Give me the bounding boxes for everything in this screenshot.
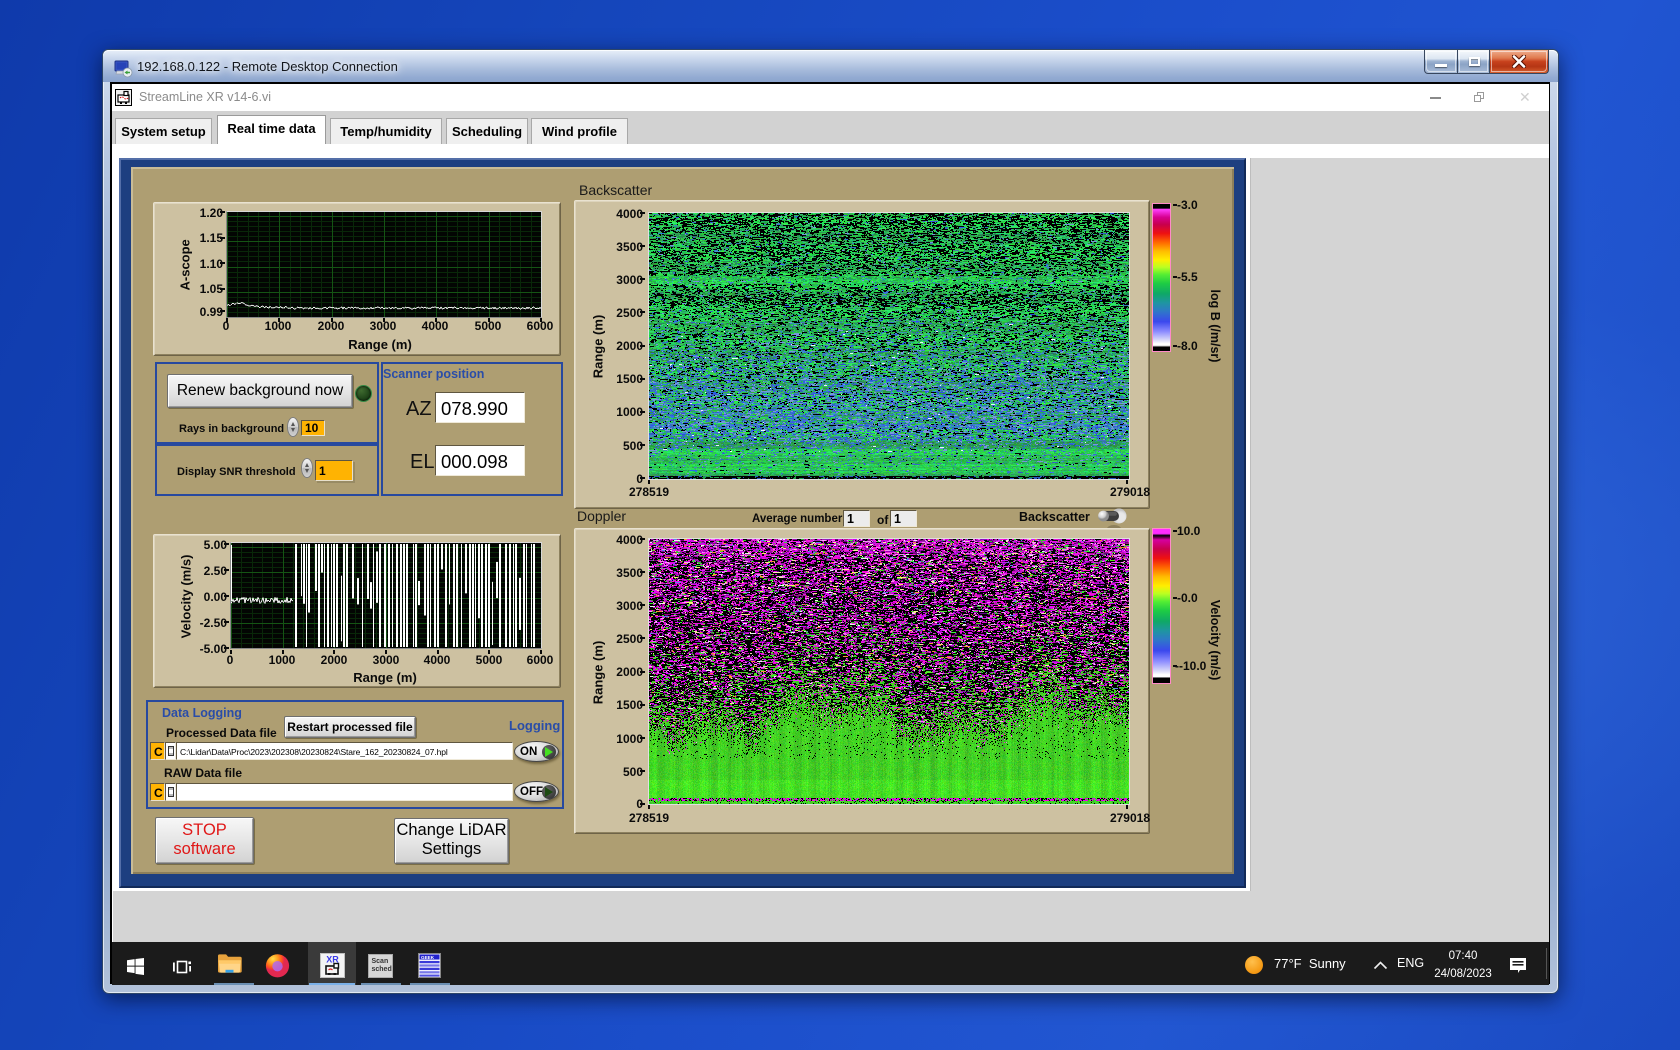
svg-text:GEEK: GEEK (421, 955, 435, 960)
svg-text:Scan: Scan (372, 958, 389, 965)
svg-text:sched: sched (372, 966, 392, 973)
